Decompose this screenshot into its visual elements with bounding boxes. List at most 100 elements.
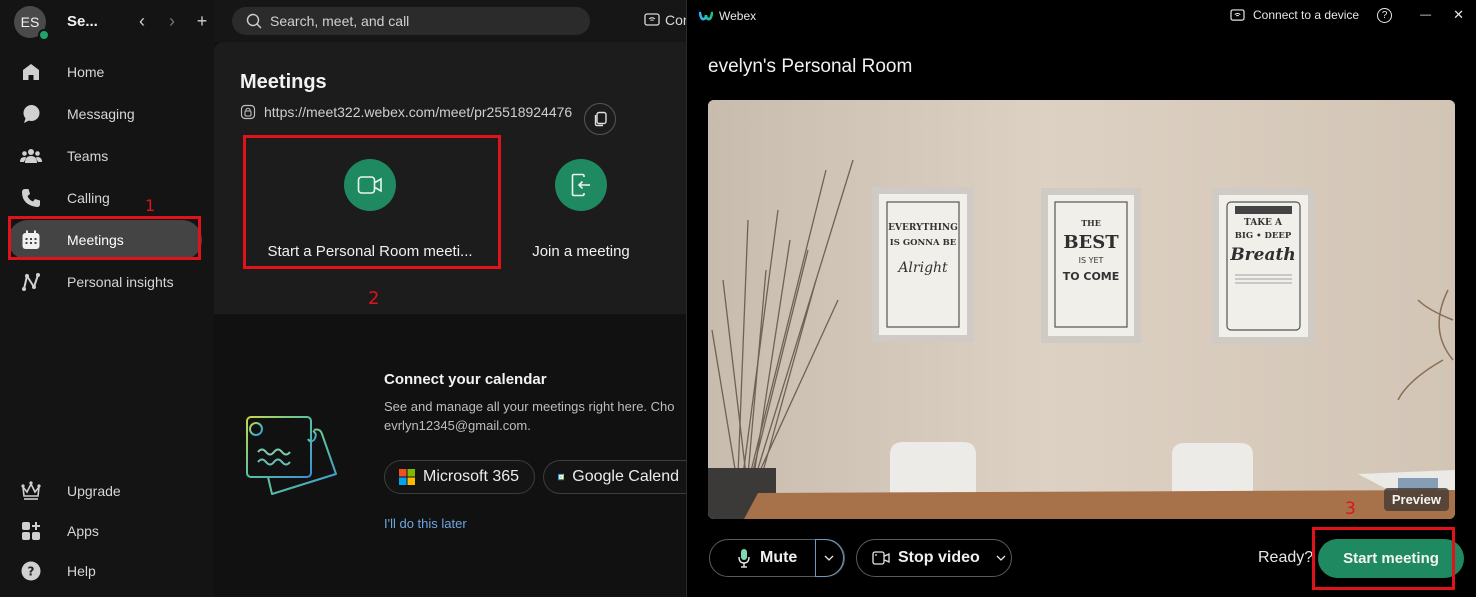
search-placeholder: Search, meet, and call	[270, 13, 410, 29]
calendar-title: Connect your calendar	[384, 371, 547, 388]
poster-text: IS GONNA BE	[890, 238, 957, 248]
chevron-down-icon[interactable]	[996, 555, 1006, 561]
meeting-url[interactable]: https://meet322.webex.com/meet/pr2551892…	[264, 104, 572, 120]
crown-icon	[8, 481, 54, 501]
button-label: Google Calend	[572, 468, 679, 485]
help-icon: ?	[1381, 9, 1388, 21]
close-button[interactable]: ✕	[1453, 7, 1464, 23]
window-controls: Connect to a device ? — ✕	[1230, 7, 1464, 23]
sidebar-item-calling[interactable]: Calling	[8, 178, 202, 218]
poster-frame: THE BEST IS YET TO COME	[1041, 188, 1141, 343]
sidebar-item-label: Help	[67, 563, 96, 579]
minimize-button[interactable]: —	[1420, 9, 1431, 21]
back-button[interactable]: ‹	[132, 10, 152, 32]
page-title: Meetings	[240, 71, 327, 93]
stop-video-button[interactable]: Stop video	[856, 539, 1012, 577]
stop-video-label: Stop video	[898, 549, 980, 566]
history-nav: ‹ › +	[132, 10, 212, 32]
join-meeting-tile[interactable]: Join a meeting	[461, 159, 701, 260]
sidebar-item-home[interactable]: Home	[8, 52, 202, 92]
sidebar-item-apps[interactable]: Apps	[8, 511, 202, 551]
do-this-later-link[interactable]: I'll do this later	[384, 516, 467, 531]
video-camera-icon	[357, 176, 382, 194]
connect-to-device-button[interactable]: Connect to a device	[1230, 8, 1359, 22]
copy-link-button[interactable]	[584, 103, 616, 135]
mute-button[interactable]: Mute	[710, 540, 815, 576]
search-icon	[246, 13, 262, 29]
poster-text: EVERYTHING	[888, 223, 958, 233]
help-button[interactable]: ?	[1377, 7, 1393, 23]
tile-label: Join a meeting	[532, 243, 630, 260]
cast-device-icon	[1230, 8, 1245, 21]
start-meeting-button[interactable]: Start meeting	[1318, 539, 1464, 578]
poster-text: Breath	[1229, 245, 1295, 265]
copy-icon	[594, 111, 607, 127]
poster-frame: TAKE A BIG • DEEP Breath	[1212, 188, 1315, 344]
lock-icon	[240, 104, 256, 120]
poster-text: BEST	[1063, 232, 1119, 253]
insights-icon	[8, 272, 54, 292]
avatar[interactable]: ES	[14, 6, 50, 41]
tile-label: Start a Personal Room meeti...	[267, 243, 473, 260]
sidebar-item-personal-insights[interactable]: Personal insights	[8, 262, 202, 302]
home-icon	[8, 62, 54, 82]
poster-text: TO COME	[1063, 270, 1120, 283]
sidebar-item-label: Teams	[67, 148, 109, 164]
window-title: Webex	[699, 9, 756, 23]
add-button[interactable]: +	[192, 10, 212, 32]
svg-text:?: ?	[28, 565, 35, 579]
camera-preview-image: EVERYTHING IS GONNA BE Alright THE BEST …	[708, 100, 1455, 519]
forward-button[interactable]: ›	[162, 10, 182, 32]
cast-device-icon	[644, 13, 660, 26]
personal-room-link: https://meet322.webex.com/meet/pr2551892…	[240, 104, 572, 120]
mute-button-group: Mute	[709, 538, 845, 577]
presence-status-icon	[38, 29, 50, 41]
poster-text: BIG • DEEP	[1235, 231, 1292, 241]
poster-text: Alright	[896, 260, 948, 276]
connect-device-label: Connect to a device	[1253, 8, 1360, 22]
webex-logo-icon	[699, 11, 713, 21]
microsoft-365-button[interactable]: Microsoft 365	[384, 460, 535, 494]
screen: ES Se... ‹ › + Home Messaging Teams Call…	[0, 0, 1476, 597]
phone-icon	[8, 188, 54, 208]
chat-bubble-icon	[8, 104, 54, 124]
apps-grid-icon	[8, 521, 54, 541]
sidebar-item-teams[interactable]: Teams	[8, 136, 202, 176]
people-group-icon	[8, 147, 54, 165]
search-input[interactable]: Search, meet, and call	[232, 7, 590, 35]
start-personal-room-tile[interactable]: Start a Personal Room meeti...	[250, 159, 490, 260]
sidebar-item-meetings[interactable]: Meetings	[8, 220, 202, 260]
start-meeting-circle	[344, 159, 396, 211]
join-door-icon	[571, 173, 590, 197]
audio-options-dropdown[interactable]	[814, 538, 844, 577]
sidebar-item-label: Upgrade	[67, 483, 121, 499]
help-icon: ?	[8, 561, 54, 581]
google-calendar-icon: 31	[558, 473, 565, 481]
join-meeting-circle	[555, 159, 607, 211]
app-name: Webex	[719, 9, 757, 23]
poster-text: IS YET	[1079, 256, 1104, 265]
sidebar-item-help[interactable]: ? Help	[8, 551, 202, 591]
sidebar-item-messaging[interactable]: Messaging	[8, 94, 202, 134]
poster-frame: EVERYTHING IS GONNA BE Alright	[872, 187, 974, 342]
avatar-initials: ES	[20, 14, 40, 30]
microphone-icon	[738, 549, 750, 568]
mute-label: Mute	[760, 549, 798, 566]
sidebar-item-label: Calling	[67, 190, 110, 206]
calendar-description: See and manage all your meetings right h…	[384, 397, 686, 435]
sidebar-item-label: Home	[67, 64, 105, 80]
connect-device-button[interactable]: Con	[644, 12, 691, 28]
user-name[interactable]: Se...	[67, 13, 98, 30]
google-calendar-button[interactable]: 31 Google Calend	[543, 460, 693, 494]
calendar-illustration-icon	[238, 410, 342, 507]
sidebar-item-label: Apps	[67, 523, 99, 539]
table	[744, 490, 1455, 519]
poster-text: THE	[1081, 218, 1101, 228]
sidebar-item-upgrade[interactable]: Upgrade	[8, 471, 202, 511]
calendar-icon	[8, 230, 54, 250]
sidebar-item-label: Messaging	[67, 106, 135, 122]
chair	[890, 442, 976, 500]
calendar-description-email: evrlyn12345@gmail.com.	[384, 418, 531, 433]
microsoft-logo-icon	[399, 469, 415, 485]
video-camera-icon	[872, 551, 890, 565]
